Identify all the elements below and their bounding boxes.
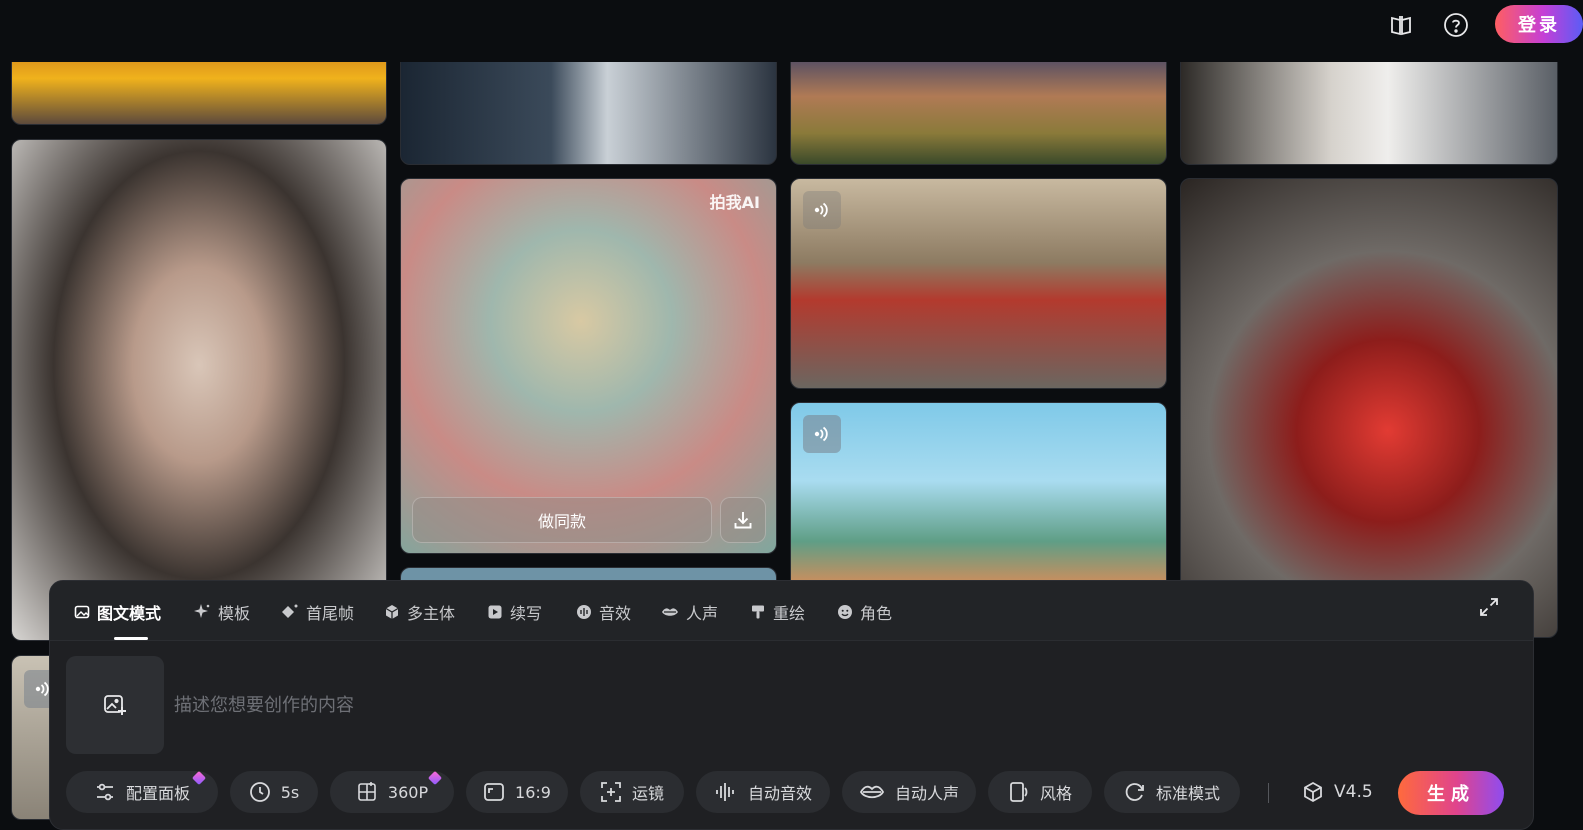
gallery-card[interactable]: 拍我AI 做同款 bbox=[400, 178, 777, 554]
composer-panel: 图文模式 模板 首尾帧 多主体 续写 音效 人声 重绘 角色 描述您想要创作的内… bbox=[49, 580, 1534, 830]
sound-badge bbox=[803, 415, 841, 453]
watermark-label: 拍我AI bbox=[709, 193, 760, 212]
resolution-icon bbox=[358, 782, 376, 801]
make-same-button[interactable]: 做同款 bbox=[412, 497, 712, 543]
lips-icon bbox=[662, 608, 678, 616]
expand-icon[interactable] bbox=[1475, 593, 1503, 621]
sound-badge bbox=[803, 191, 841, 229]
face-icon bbox=[838, 605, 852, 619]
clock-icon bbox=[249, 782, 270, 802]
tab-label: 图文模式 bbox=[97, 604, 162, 623]
generate-button[interactable]: 生成 bbox=[1398, 771, 1504, 815]
tab-label: 续写 bbox=[510, 604, 543, 623]
download-icon bbox=[734, 512, 752, 529]
auto-sound-effect-button[interactable]: 自动音效 bbox=[696, 771, 830, 813]
tab-repaint[interactable]: 重绘 bbox=[750, 599, 805, 625]
book-icon[interactable] bbox=[1386, 10, 1416, 40]
tab-label: 首尾帧 bbox=[306, 604, 355, 623]
camera-motion-button[interactable]: 运镜 bbox=[580, 771, 684, 813]
option-label: 配置面板 bbox=[125, 784, 190, 803]
mode-button[interactable]: 标准模式 bbox=[1104, 771, 1240, 813]
model-version-label: V4.5 bbox=[1334, 782, 1373, 802]
waveform-icon bbox=[716, 783, 734, 801]
sparkle-icon bbox=[194, 604, 210, 618]
continue-icon bbox=[488, 605, 502, 619]
sliders-icon bbox=[96, 783, 113, 801]
model-version-selector[interactable]: V4.5 bbox=[1302, 777, 1373, 807]
tab-first-last-frame[interactable]: 首尾帧 bbox=[281, 599, 354, 625]
tab-label: 多主体 bbox=[407, 604, 456, 623]
gallery-card[interactable] bbox=[11, 139, 387, 641]
prompt-input[interactable] bbox=[174, 689, 1374, 721]
help-icon[interactable] bbox=[1441, 10, 1471, 40]
option-label: 运镜 bbox=[631, 784, 664, 803]
cube-icon bbox=[1304, 781, 1322, 803]
duration-button[interactable]: 5s bbox=[230, 771, 318, 813]
premium-gem-icon bbox=[427, 770, 443, 786]
aspect-ratio-button[interactable]: 16:9 bbox=[466, 771, 568, 813]
option-label: 自动人声 bbox=[894, 784, 959, 803]
mode-tabs: 图文模式 模板 首尾帧 多主体 续写 音效 人声 重绘 角色 bbox=[50, 581, 1533, 641]
tab-label: 角色 bbox=[860, 604, 893, 623]
keyframe-icon bbox=[282, 604, 298, 618]
tab-character[interactable]: 角色 bbox=[837, 599, 892, 625]
tab-continue[interactable]: 续写 bbox=[487, 599, 542, 625]
login-button[interactable]: 登录 bbox=[1495, 5, 1583, 43]
download-button[interactable] bbox=[720, 497, 766, 543]
lips-icon bbox=[859, 785, 885, 799]
active-tab-indicator bbox=[114, 637, 148, 640]
option-label: 16:9 bbox=[515, 782, 551, 802]
premium-gem-icon bbox=[191, 770, 207, 786]
style-button[interactable]: 风格 bbox=[988, 771, 1092, 813]
resolution-button[interactable]: 360P bbox=[330, 770, 454, 813]
style-icon bbox=[1010, 782, 1028, 802]
cube-icon bbox=[385, 605, 399, 619]
option-label: 自动音效 bbox=[747, 784, 812, 803]
tab-image-text[interactable]: 图文模式 bbox=[74, 599, 161, 625]
image-upload-button[interactable] bbox=[66, 656, 164, 754]
tab-voice[interactable]: 人声 bbox=[661, 599, 718, 625]
tab-label: 重绘 bbox=[773, 604, 806, 623]
tab-label: 模板 bbox=[218, 604, 251, 623]
brush-icon bbox=[752, 605, 764, 619]
auto-voice-button[interactable]: 自动人声 bbox=[842, 771, 976, 813]
config-panel-button[interactable]: 配置面板 bbox=[66, 770, 218, 813]
top-bar: 登录 bbox=[0, 0, 1583, 62]
tab-sound-effect[interactable]: 音效 bbox=[576, 599, 631, 625]
option-label: 风格 bbox=[1039, 784, 1072, 803]
image-icon bbox=[74, 605, 90, 619]
mode-icon bbox=[1125, 783, 1144, 801]
divider bbox=[1268, 783, 1269, 803]
sound-effect-icon bbox=[577, 605, 591, 619]
option-label: 5s bbox=[280, 782, 300, 802]
aspect-ratio-icon bbox=[484, 783, 504, 801]
option-label: 360P bbox=[387, 782, 429, 802]
tab-multi-subject[interactable]: 多主体 bbox=[384, 599, 455, 625]
gallery-card[interactable] bbox=[1180, 178, 1558, 638]
camera-motion-icon bbox=[601, 782, 621, 802]
add-image-icon bbox=[104, 695, 126, 715]
tab-label: 音效 bbox=[599, 604, 632, 623]
option-label: 标准模式 bbox=[1155, 784, 1220, 803]
gallery-card[interactable] bbox=[790, 178, 1167, 389]
tab-label: 人声 bbox=[686, 604, 719, 623]
tab-template[interactable]: 模板 bbox=[193, 599, 250, 625]
